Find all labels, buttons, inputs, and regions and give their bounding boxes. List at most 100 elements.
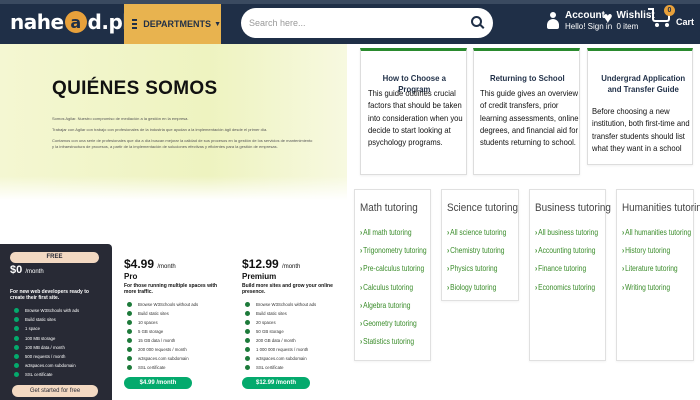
pro-feature-text: Browse W3Schools without ads xyxy=(138,301,199,307)
wishlist-link[interactable]: ♥ Wishlist 0 item xyxy=(603,10,655,32)
check-icon xyxy=(127,310,132,316)
premium-plan-price: $12.99 /month xyxy=(242,257,300,271)
guide-card[interactable]: Undergrad Application and Transfer Guide… xyxy=(587,48,693,165)
check-icon xyxy=(14,316,19,322)
pro-feature-text: 15 GB data / month xyxy=(138,337,176,343)
page: nahead.pk DEPARTMENTS ▼ Account Hello! S… xyxy=(0,0,700,400)
cart-count-badge: 0 xyxy=(664,5,675,16)
tutoring-link-text: Trigonometry tutoring xyxy=(363,246,427,255)
tutoring-link[interactable]: ›All science tutoring xyxy=(447,228,506,237)
cart-label[interactable]: Cart xyxy=(676,17,694,27)
tutoring-box-title: Science tutoring xyxy=(447,202,519,214)
humanities-tutoring-box: Humanities tutoring ›All humanities tuto… xyxy=(616,189,700,361)
tutoring-box-title: Business tutoring xyxy=(535,202,611,214)
departments-label: DEPARTMENTS xyxy=(143,19,212,29)
departments-button[interactable]: DEPARTMENTS ▼ xyxy=(124,4,221,44)
check-icon xyxy=(14,371,19,377)
pro-feature-text: w3spaces.com subdomain xyxy=(138,355,189,361)
premium-feature: Browse W3Schools without ads xyxy=(245,300,316,308)
tutoring-link[interactable]: ›Accounting tutoring xyxy=(535,246,596,255)
free-feature: 1 space xyxy=(14,324,40,332)
hero-paragraph: Somos Agilar. Nuestro compromiso de medi… xyxy=(52,116,189,121)
tutoring-link-text: Pre-calculus tutoring xyxy=(363,264,425,273)
check-icon xyxy=(245,328,250,334)
hero-footer-line: Trabajar con Agilar con trabajo con prof… xyxy=(52,127,268,132)
about-hero: QUIÉNES SOMOS Somos Agilar. Nuestro comp… xyxy=(0,44,347,200)
free-feature: Browse W3Schools with ads xyxy=(14,306,79,314)
check-icon xyxy=(14,307,19,313)
tutoring-link[interactable]: ›All math tutoring xyxy=(360,228,412,237)
heart-icon: ♥ xyxy=(603,10,613,27)
check-icon xyxy=(245,301,250,307)
tutoring-link[interactable]: ›Chemistry tutoring xyxy=(447,246,505,255)
free-price-value: $0 xyxy=(10,264,23,276)
tutoring-link[interactable]: ›All humanities tutoring xyxy=(622,228,691,237)
premium-feature: 1 000 000 requests / month xyxy=(245,345,308,353)
pro-plan-button[interactable]: $4.99 /month xyxy=(124,377,192,389)
tutoring-link[interactable]: ›Algebra tutoring xyxy=(360,301,410,310)
pro-plan-price: $4.99 /month xyxy=(124,257,176,271)
user-icon xyxy=(547,12,559,30)
tutoring-link[interactable]: ›Pre-calculus tutoring xyxy=(360,264,424,273)
tutoring-link-text: Geometry tutoring xyxy=(363,319,417,328)
tutoring-link[interactable]: ›History tutoring xyxy=(622,246,670,255)
tutoring-link[interactable]: ›Biology tutoring xyxy=(447,283,496,292)
premium-feature: 50 GB storage xyxy=(245,327,284,335)
tutoring-link[interactable]: ›Writing tutoring xyxy=(622,283,670,292)
free-plan-description: For new web developers ready to create t… xyxy=(10,289,89,301)
free-feature: 100 MB data / month xyxy=(14,343,65,351)
hero-paragraph: Contamos con una serie de profesionales … xyxy=(52,138,313,149)
guide-card-title[interactable]: Undergrad Application and Transfer Guide xyxy=(594,73,692,95)
cart-button[interactable]: 0 xyxy=(648,5,676,32)
free-feature: 500 requests / month xyxy=(14,352,65,360)
free-feature-text: SSL certificate xyxy=(25,371,53,377)
check-icon xyxy=(127,364,132,370)
search-bar xyxy=(241,8,493,38)
tutoring-link[interactable]: ›All business tutoring xyxy=(535,228,598,237)
tutoring-link[interactable]: ›Trigonometry tutoring xyxy=(360,246,427,255)
pro-feature: w3spaces.com subdomain xyxy=(127,354,189,362)
logo-o-icon: a xyxy=(64,11,87,33)
tutoring-link[interactable]: ›Geometry tutoring xyxy=(360,319,417,328)
guide-card-body: Before choosing a new institution, both … xyxy=(592,106,690,153)
premium-feature: w3spaces.com subdomain xyxy=(245,354,307,362)
pro-plan-name: Pro xyxy=(124,272,138,281)
premium-feature-text: 20 spaces xyxy=(256,319,276,325)
guide-card-body: This guide outlines crucial factors that… xyxy=(368,88,463,148)
pro-feature: 10 spaces xyxy=(127,318,158,326)
premium-feature: SSL certificate xyxy=(245,363,284,371)
free-feature-text: 100 MB storage xyxy=(25,335,56,341)
guide-card[interactable]: Returning to School This guide gives an … xyxy=(473,48,580,175)
tutoring-link[interactable]: ›Statistics tutoring xyxy=(360,337,414,346)
pro-feature: 15 GB data / month xyxy=(127,336,175,344)
check-icon xyxy=(127,319,132,325)
search-icon[interactable] xyxy=(471,16,482,27)
tutoring-link-text: Writing tutoring xyxy=(625,283,671,292)
site-logo[interactable]: nahe a d.pk xyxy=(10,5,136,39)
business-tutoring-box: Business tutoring ›All business tutoring… xyxy=(529,189,611,361)
tutoring-link[interactable]: ›Literature tutoring xyxy=(622,264,678,273)
search-input[interactable] xyxy=(249,18,459,28)
tutoring-link[interactable]: ›Finance tutoring xyxy=(535,264,586,273)
premium-price-period: /month xyxy=(282,264,301,270)
tutoring-link[interactable]: ›Economics tutoring xyxy=(535,283,595,292)
tutoring-link-text: All humanities tutoring xyxy=(625,228,692,237)
premium-plan-name: Premium xyxy=(242,272,277,281)
check-icon xyxy=(245,346,250,352)
pro-price-period: /month xyxy=(157,264,176,270)
guide-card-title[interactable]: Returning to School xyxy=(479,73,576,84)
tutoring-link-text: Physics tutoring xyxy=(450,264,498,273)
header-top-strip xyxy=(0,0,700,4)
get-started-free-button[interactable]: Get started for free xyxy=(12,385,98,397)
premium-feature: Build static sites xyxy=(245,309,287,317)
tutoring-link[interactable]: ›Physics tutoring xyxy=(447,264,497,273)
guide-card[interactable]: How to Choose a Program This guide outli… xyxy=(360,48,467,175)
pro-feature: Build static sites xyxy=(127,309,169,317)
check-icon xyxy=(245,337,250,343)
check-icon xyxy=(245,319,250,325)
tutoring-link[interactable]: ›Calculus tutoring xyxy=(360,283,413,292)
premium-plan-button[interactable]: $12.99 /month xyxy=(242,377,310,389)
premium-price-value: $12.99 xyxy=(242,257,279,271)
pro-feature: Browse W3Schools without ads xyxy=(127,300,198,308)
check-icon xyxy=(127,337,132,343)
